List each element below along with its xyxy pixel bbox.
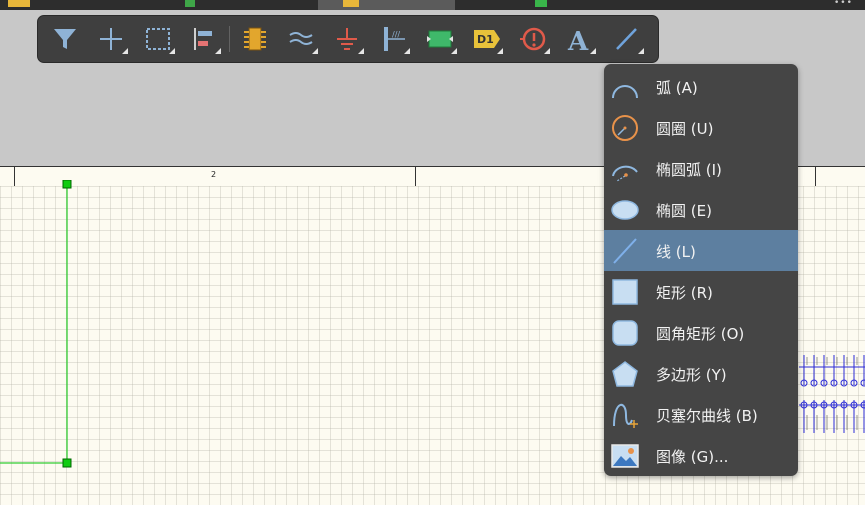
menu-item-rectangle[interactable]: 矩形 (R): [604, 271, 798, 312]
image-icon: [611, 444, 639, 468]
port-tool[interactable]: ///: [375, 23, 411, 55]
menu-item-line[interactable]: 线 (L): [604, 230, 798, 271]
sheet-symbol-tool[interactable]: [422, 23, 458, 55]
menu-item-label: 图像 (G)...: [656, 448, 729, 466]
move-crosshair-icon: [100, 28, 122, 50]
dropdown-arrow-icon[interactable]: [404, 48, 410, 54]
selection-handle[interactable]: [62, 180, 72, 189]
select-rectangle-icon: [146, 28, 170, 50]
line-tool-icon: [616, 28, 637, 50]
dropdown-arrow-icon[interactable]: [451, 48, 457, 54]
filter-icon: [54, 29, 76, 49]
select-tool[interactable]: [140, 23, 176, 55]
power-port-ground-icon: [337, 28, 357, 50]
component-pins[interactable]: [799, 355, 865, 435]
selected-line-object[interactable]: [0, 180, 80, 470]
drawing-shapes-dropdown-menu: 弧 (A) 圆圈 (U) 椭圆弧 (I) 椭圆 (E) 线 (L) 矩形 (R)…: [604, 64, 798, 476]
menu-item-bezier[interactable]: 贝塞尔曲线 (B): [604, 394, 798, 435]
toolbar-separator: [229, 26, 230, 52]
menu-item-label: 圆圈 (U): [656, 120, 714, 138]
dropdown-arrow-icon[interactable]: [122, 48, 128, 54]
menu-item-label: 圆角矩形 (O): [656, 325, 745, 343]
dropdown-arrow-icon[interactable]: [312, 48, 318, 54]
dropdown-arrow-icon[interactable]: [497, 48, 503, 54]
align-icon: [194, 28, 212, 50]
round-rectangle-icon: [612, 320, 638, 346]
harness-tool[interactable]: [283, 23, 319, 55]
part-icon: [244, 27, 266, 51]
directive-icon: [520, 27, 546, 51]
menu-item-label: 椭圆弧 (I): [656, 161, 722, 179]
dropdown-arrow-icon[interactable]: [358, 48, 364, 54]
ruler-tick: [415, 167, 416, 186]
filter-tool[interactable]: [47, 23, 83, 55]
place-part-tool[interactable]: [237, 23, 273, 55]
menu-item-image[interactable]: 图像 (G)...: [604, 435, 798, 476]
menu-item-label: 弧 (A): [656, 79, 698, 97]
app-tab-icon[interactable]: [8, 0, 30, 7]
align-tool[interactable]: [186, 23, 222, 55]
line-tool[interactable]: [609, 23, 645, 55]
dropdown-arrow-icon[interactable]: [638, 48, 644, 54]
svg-text:///: ///: [392, 30, 400, 39]
line-icon: [613, 238, 637, 264]
more-icon[interactable]: •••: [834, 0, 853, 8]
menu-item-label: 椭圆 (E): [656, 202, 712, 220]
elliptical-arc-icon: [612, 165, 638, 182]
text-tool-letter: A: [567, 27, 589, 53]
menu-item-label: 贝塞尔曲线 (B): [656, 407, 758, 425]
rectangle-icon: [612, 279, 638, 305]
power-port-tool[interactable]: [329, 23, 365, 55]
menu-item-label: 多边形 (Y): [656, 366, 727, 384]
active-document-tab[interactable]: [318, 0, 455, 10]
bezier-curve-icon: [613, 404, 638, 428]
ruler-zone-label: 2: [211, 170, 217, 179]
text-icon: A: [567, 27, 589, 53]
arc-icon: [612, 85, 638, 99]
document-tab-icon: [343, 0, 359, 7]
menu-item-label: 矩形 (R): [656, 284, 713, 302]
menu-item-ellipse[interactable]: 椭圆 (E): [604, 189, 798, 230]
app-tab-icon[interactable]: [535, 0, 547, 7]
dropdown-arrow-icon[interactable]: [215, 48, 221, 54]
directive-tool[interactable]: [515, 23, 551, 55]
active-bar-toolbar: /// D1 A: [37, 15, 659, 63]
menu-item-elliptical-arc[interactable]: 椭圆弧 (I): [604, 148, 798, 189]
menu-item-full-circle[interactable]: 圆圈 (U): [604, 107, 798, 148]
menu-item-arc[interactable]: 弧 (A): [604, 66, 798, 107]
menu-item-round-rectangle[interactable]: 圆角矩形 (O): [604, 312, 798, 353]
ellipse-icon: [611, 200, 639, 220]
dropdown-arrow-icon[interactable]: [544, 48, 550, 54]
menu-item-polygon[interactable]: 多边形 (Y): [604, 353, 798, 394]
move-tool[interactable]: [93, 23, 129, 55]
app-tab-icon[interactable]: [185, 0, 195, 7]
designator-tool[interactable]: D1: [468, 23, 504, 55]
harness-icon: [289, 32, 313, 45]
full-circle-icon: [612, 115, 638, 141]
polygon-icon: [612, 361, 638, 387]
port-icon: ///: [384, 27, 405, 51]
dropdown-arrow-icon[interactable]: [169, 48, 175, 54]
menu-item-label: 线 (L): [656, 243, 696, 261]
ruler-tick: [815, 167, 816, 186]
window-tab-strip: •••: [0, 0, 865, 10]
dropdown-arrow-icon[interactable]: [590, 48, 596, 54]
sheet-symbol-icon: [427, 30, 453, 48]
selection-handle[interactable]: [62, 458, 72, 468]
text-tool[interactable]: A: [561, 23, 597, 55]
designator-label: D1: [477, 33, 494, 46]
